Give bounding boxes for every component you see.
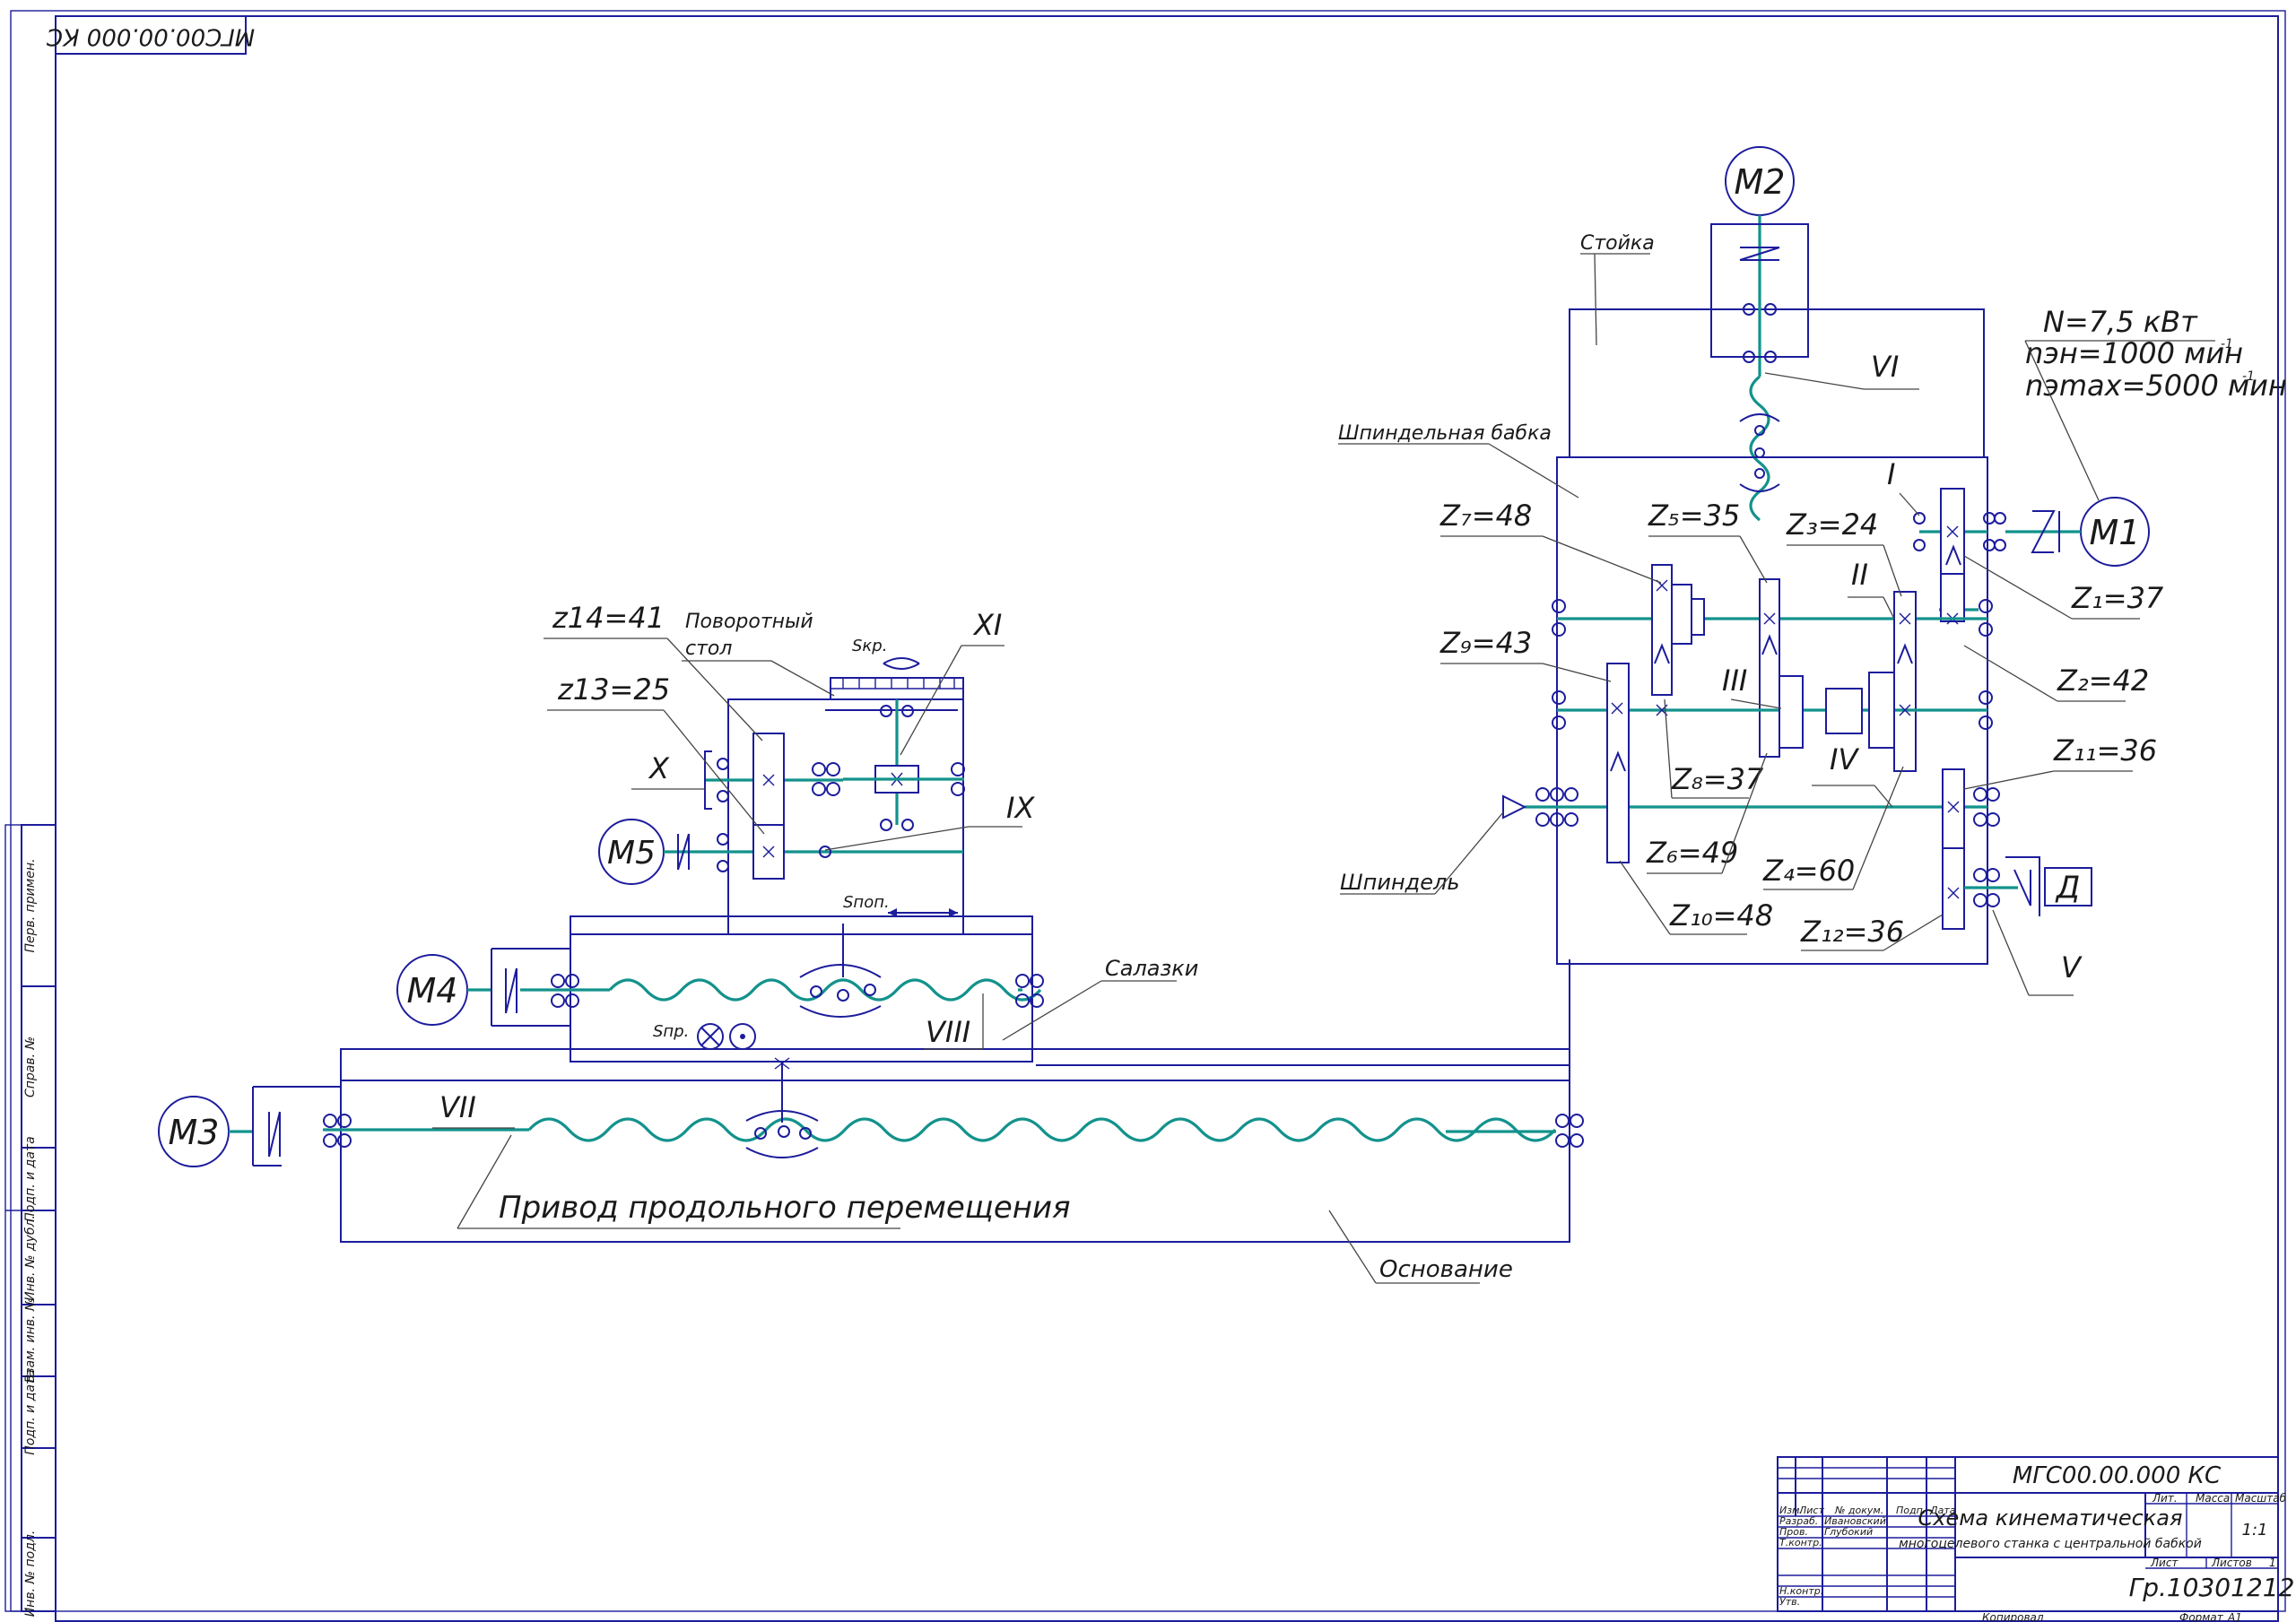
s-pop-label: Sпоп. <box>843 893 890 912</box>
tb-utv: Утв. <box>1779 1596 1800 1608</box>
tb-tkontr: Т.контр. <box>1779 1537 1822 1548</box>
tb-format: Формат <box>2179 1611 2224 1622</box>
shaft-label-VI: VI <box>1871 350 1899 384</box>
shaft-label-XI: XI <box>972 608 1002 642</box>
motor-M2: M2 <box>1710 146 1809 377</box>
tb-kopiroval: Копировал <box>1982 1611 2044 1622</box>
gear-z7: Z₇=48 <box>1439 499 1532 533</box>
kinematic-scheme-sheet: МГС00.00.000 КС Перв. примен. Справ. № П… <box>4 10 2295 1622</box>
tb-col-podp: Подп. <box>1896 1505 1926 1516</box>
label-stoika: Стойка <box>1580 232 1655 255</box>
shaft-label-IX: IX <box>1006 791 1035 825</box>
tb-format-value: A1 <box>2227 1611 2242 1622</box>
shaft-label-VII: VII <box>439 1090 476 1124</box>
label-power-nn: nэн=1000 мин <box>2025 336 2243 370</box>
shaft-label-I: I <box>1887 457 1895 491</box>
tb-masshtab: Масштаб <box>2235 1492 2287 1505</box>
motor-M3-label: M3 <box>169 1113 220 1152</box>
tb-col-data: Дата <box>1929 1505 1956 1516</box>
label-povorotny: Поворотный <box>685 611 813 633</box>
strip-label-1: Перв. примен. <box>23 858 38 952</box>
motor-M1: M1 <box>2005 497 2150 567</box>
label-privod: Привод продольного перемещения <box>499 1190 1071 1226</box>
left-side-strip: Перв. примен. Справ. № Подп. и дата Инв.… <box>4 824 57 1618</box>
strip-label-4: Инв. № дубл. <box>23 1215 38 1301</box>
label-spindle: Шпиндель <box>1340 870 1460 895</box>
shaft-VIII-screw <box>520 932 1044 1018</box>
tb-lit: Лит. <box>2152 1492 2178 1505</box>
shaft-VI-screw <box>1739 375 1780 522</box>
motor-M5-label: M5 <box>607 835 656 872</box>
gear-z10: Z₁₀=48 <box>1669 898 1773 932</box>
tb-designation: МГС00.00.000 КС <box>2013 1462 2222 1489</box>
label-stol: стол <box>685 638 732 660</box>
label-power-exp1: -1 <box>2221 337 2233 351</box>
motor-M1-label: M1 <box>2090 513 2141 552</box>
tb-prov-name: Глубокий <box>1824 1526 1873 1538</box>
shafts-IX-X <box>704 733 963 880</box>
tb-list: Лист <box>2150 1557 2179 1569</box>
tb-group: Гр.10301212 <box>2129 1573 2295 1602</box>
strip-label-7: Инв. № подл. <box>23 1531 38 1618</box>
gear-z14: z14=41 <box>552 601 665 635</box>
shaft-V: Д <box>1964 856 2092 916</box>
gear-z4: Z₄=60 <box>1762 854 1855 888</box>
label-power-exp2: -1 <box>2242 369 2255 384</box>
tb-massa: Масса <box>2196 1492 2230 1505</box>
tb-title-line1: Схема кинематическая <box>1918 1505 2183 1531</box>
sensor-D-label: Д <box>2055 870 2081 906</box>
shaft-label-X: X <box>648 751 670 785</box>
feed-symbol-spr: Sпр. <box>653 1022 756 1050</box>
strip-label-2: Справ. № <box>23 1037 38 1097</box>
label-salazki: Салазки <box>1105 956 1198 981</box>
strip-label-6: Подп. и дата <box>23 1369 38 1454</box>
motor-M3: M3 <box>158 1086 341 1167</box>
shaft-label-VIII: VIII <box>926 1015 970 1049</box>
title-block: МГС00.00.000 КС Схема кинематическая мно… <box>1777 1456 2295 1622</box>
shaft-XI <box>812 699 965 831</box>
gear-z11: Z₁₁=36 <box>2053 733 2157 768</box>
s-kr-label: Sкр. <box>852 637 887 655</box>
shaft-label-V: V <box>2061 950 2083 984</box>
gear-z3: Z₃=24 <box>1786 507 1878 542</box>
tb-listov-value: 1 <box>2269 1557 2276 1569</box>
motor-M5: M5 <box>598 819 705 885</box>
shaft-label-II: II <box>1851 558 1868 592</box>
gear-z13: z13=25 <box>557 672 670 707</box>
gear-z6: Z₆=49 <box>1646 836 1738 870</box>
label-power-n: N=7,5 кВт <box>2043 305 2198 339</box>
top-stamp-text: МГС00.00.000 КС <box>46 23 255 50</box>
top-stamp: МГС00.00.000 КС <box>46 15 255 55</box>
label-spindle-head: Шпиндельная бабка <box>1338 422 1552 445</box>
stand-frame <box>1569 308 1985 458</box>
tb-title-line2: многоцелевого станка с центральной бабко… <box>1899 1537 2202 1551</box>
motor-M4: M4 <box>396 948 570 1027</box>
gear-z5: Z₅=35 <box>1648 499 1740 533</box>
gear-z9: Z₉=43 <box>1439 626 1532 660</box>
shaft-VII-lead-screw <box>323 1057 1584 1158</box>
feed-arrow-spop: Sпоп. <box>842 893 958 934</box>
motor-M4-label: M4 <box>407 971 458 1010</box>
gear-z2: Z₂=42 <box>2057 664 2149 698</box>
tb-scale-value: 1:1 <box>2242 1521 2268 1540</box>
shaft-label-IV: IV <box>1830 742 1859 776</box>
gear-z8: Z₈=37 <box>1671 762 1764 796</box>
annotation-labels: Стойка Шпиндельная бабка N=7,5 кВт nэн=1… <box>457 232 2287 1284</box>
motor-M2-label: M2 <box>1735 162 1786 202</box>
s-pr-label: Sпр. <box>653 1022 689 1041</box>
tb-listov: Листов <box>2211 1557 2252 1569</box>
gear-z12: Z₁₂=36 <box>1800 915 1904 949</box>
strip-label-3: Подп. и дата <box>23 1136 38 1221</box>
label-osnovanie: Основание <box>1379 1256 1513 1283</box>
gear-z1: Z₁=37 <box>2071 581 2164 615</box>
shaft-label-III: III <box>1722 664 1747 698</box>
